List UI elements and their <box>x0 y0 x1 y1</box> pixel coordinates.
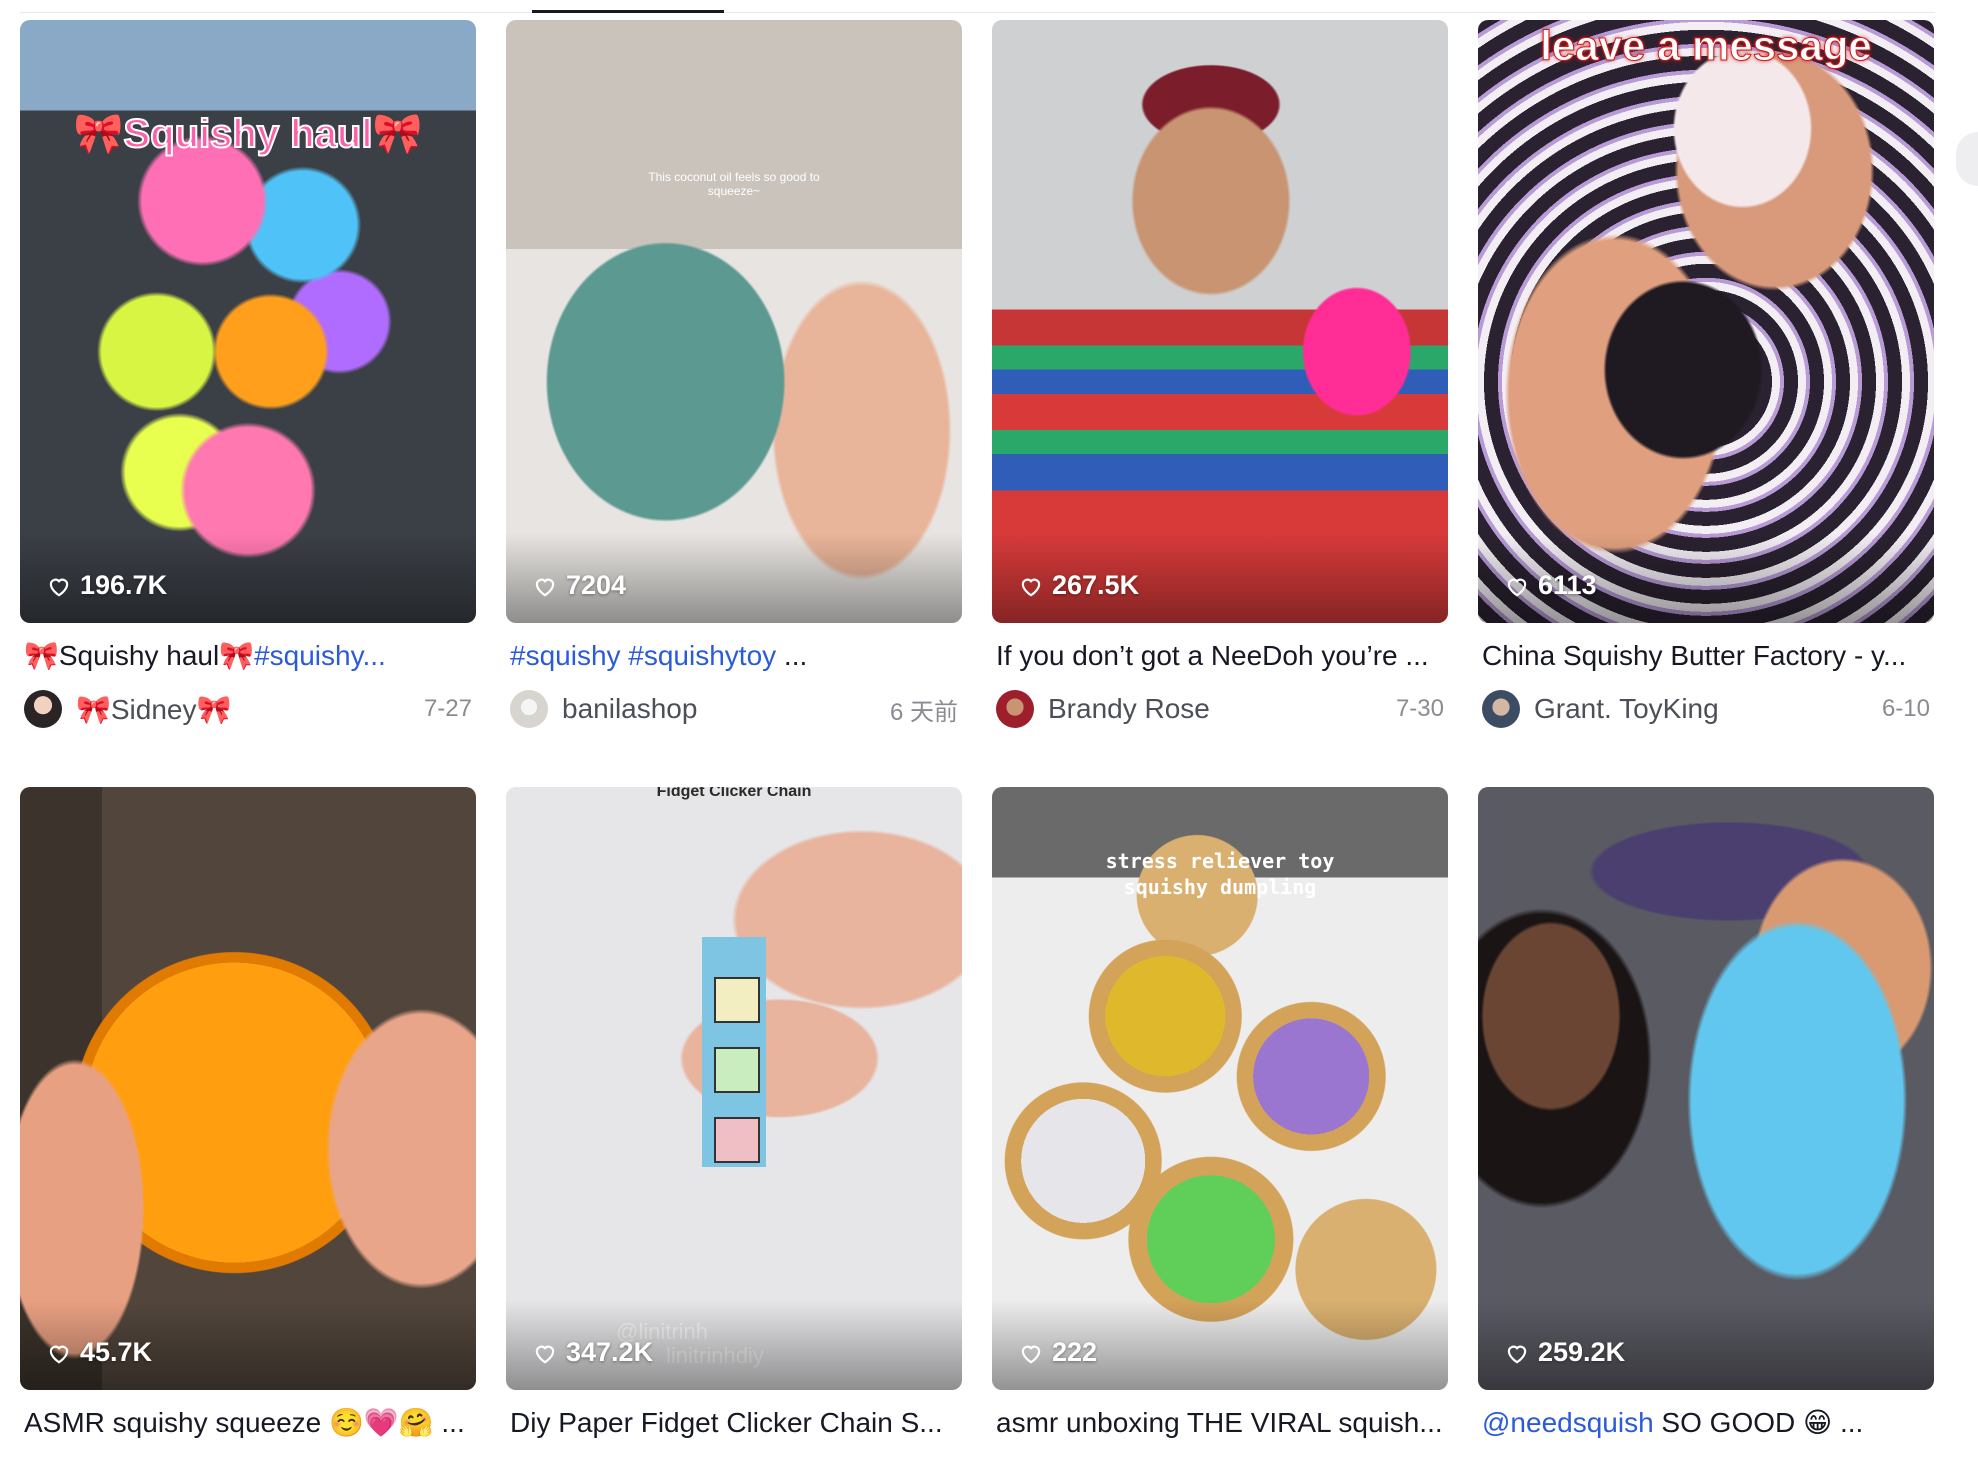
heart-outline-icon <box>535 578 555 596</box>
caption-text: asmr unboxing THE VIRAL squish... <box>996 1407 1443 1438</box>
like-count: 7204 <box>532 570 626 601</box>
post-date: 7-27 <box>423 695 472 722</box>
video-overlay-subtitle: squishy dumpling <box>1123 875 1317 899</box>
like-count-value: 347.2K <box>566 1337 654 1367</box>
video-caption[interactable]: asmr unboxing THE VIRAL squish... <box>992 1406 1448 1440</box>
video-caption[interactable]: China Squishy Butter Factory - y... <box>1478 639 1934 673</box>
caption-text: Diy Paper Fidget Clicker Chain S... <box>510 1407 943 1438</box>
clicker-square <box>714 1047 760 1093</box>
video-thumbnail[interactable]: 🎀Squishy haul🎀 196.7K <box>20 20 476 623</box>
video-caption[interactable]: If you don’t got a NeeDoh you’re ... <box>992 639 1448 673</box>
like-count: 6113 <box>1504 570 1597 601</box>
author-name[interactable]: banilashop <box>562 693 697 725</box>
video-thumbnail[interactable]: This coconut oil feels so good to squeez… <box>506 20 962 623</box>
post-date: 7-30 <box>1395 695 1444 722</box>
video-card[interactable]: 🎀Squishy haul🎀 196.7K 🎀Squishy haul🎀#squ… <box>20 20 476 729</box>
caption-text: If you don’t got a NeeDoh you’re ... <box>996 640 1429 671</box>
active-tab-indicator <box>532 10 724 13</box>
caption-mention[interactable]: @needsquish <box>1482 1407 1654 1438</box>
caption-rest: SO GOOD 😁 ... <box>1653 1407 1864 1438</box>
post-date: 6 天前 <box>889 698 958 726</box>
post-date: 6-10 <box>1881 695 1930 722</box>
video-caption[interactable]: 🎀Squishy haul🎀#squishy... <box>20 639 476 673</box>
video-thumbnail[interactable]: leave a message 6113 <box>1478 20 1934 623</box>
video-thumbnail[interactable]: 45.7K <box>20 787 476 1390</box>
like-count: 45.7K <box>46 1337 152 1368</box>
video-thumbnail[interactable]: 259.2K <box>1478 787 1934 1390</box>
like-count-value: 222 <box>1052 1337 1098 1367</box>
video-thumbnail[interactable]: stress reliever toy squishy dumpling 222 <box>992 787 1448 1390</box>
video-caption[interactable]: ASMR squishy squeeze ☺️💗🤗 ... <box>20 1406 476 1440</box>
author-name[interactable]: 🎀Sidney🎀 <box>76 693 231 726</box>
video-card[interactable]: This coconut oil feels so good to squeez… <box>506 20 962 729</box>
video-meta: Grant. ToyKing 6-10 <box>1478 689 1934 729</box>
video-card[interactable]: 267.5K If you don’t got a NeeDoh you’re … <box>992 20 1448 729</box>
video-card[interactable]: 259.2K @needsquish SO GOOD 😁 ... <box>1478 787 1934 1440</box>
like-count-value: 267.5K <box>1052 570 1140 600</box>
video-thumbnail[interactable]: Fidget Clicker Chain @linitrinh linitrin… <box>506 787 962 1390</box>
top-divider <box>20 12 1935 13</box>
video-meta: 🎀Sidney🎀 7-27 <box>20 689 476 729</box>
heart-outline-icon <box>49 578 69 596</box>
avatar[interactable] <box>24 690 62 728</box>
like-count-value: 6113 <box>1538 570 1597 600</box>
video-overlay-title: This coconut oil feels so good to squeez… <box>648 170 820 198</box>
video-card[interactable]: leave a message 6113 China Squishy Butte… <box>1478 20 1934 729</box>
author-name[interactable]: Grant. ToyKing <box>1534 693 1719 725</box>
like-count-value: 45.7K <box>80 1337 153 1367</box>
video-overlay-title: 🎀Squishy haul🎀 <box>73 111 424 157</box>
video-card[interactable]: Fidget Clicker Chain @linitrinh linitrin… <box>506 787 962 1440</box>
like-count: 259.2K <box>1504 1337 1625 1368</box>
video-grid: 🎀Squishy haul🎀 196.7K 🎀Squishy haul🎀#squ… <box>20 20 1940 1460</box>
video-caption[interactable]: #squishy #squishytoy ... <box>506 639 962 673</box>
video-overlay-title: leave a message <box>1540 22 1873 70</box>
caption-hashtag[interactable]: #squishy #squishytoy <box>510 640 776 671</box>
heart-outline-icon <box>49 1345 69 1363</box>
caption-hashtag[interactable]: #squishy... <box>254 640 386 671</box>
like-count: 267.5K <box>1018 570 1139 601</box>
heart-outline-icon <box>1507 578 1527 596</box>
video-overlay-title: Fidget Clicker Chain <box>656 787 812 800</box>
like-count-value: 259.2K <box>1538 1337 1626 1367</box>
heart-outline-icon <box>1507 1345 1527 1363</box>
video-meta: Brandy Rose 7-30 <box>992 689 1448 729</box>
heart-outline-icon <box>1021 1345 1041 1363</box>
video-caption[interactable]: Diy Paper Fidget Clicker Chain S... <box>506 1406 962 1440</box>
avatar[interactable] <box>996 690 1034 728</box>
caption-text: ASMR squishy squeeze ☺️💗🤗 ... <box>24 1407 465 1438</box>
like-count: 196.7K <box>46 570 167 601</box>
author-name[interactable]: Brandy Rose <box>1048 693 1210 725</box>
clicker-square <box>714 1117 760 1163</box>
heart-outline-icon <box>535 1345 555 1363</box>
caption-rest: ... <box>776 640 808 671</box>
heart-outline-icon <box>1021 578 1041 596</box>
side-scroll-handle[interactable] <box>1956 132 1978 186</box>
video-card[interactable]: stress reliever toy squishy dumpling 222… <box>992 787 1448 1440</box>
caption-text: China Squishy Butter Factory - y... <box>1482 640 1907 671</box>
like-count-value: 196.7K <box>80 570 168 600</box>
video-meta: banilashop 6 天前 <box>506 689 962 729</box>
video-card[interactable]: 45.7K ASMR squishy squeeze ☺️💗🤗 ... <box>20 787 476 1440</box>
like-count: 347.2K <box>532 1337 653 1368</box>
like-count: 222 <box>1018 1337 1097 1368</box>
video-caption[interactable]: @needsquish SO GOOD 😁 ... <box>1478 1406 1934 1440</box>
caption-text: 🎀Squishy haul🎀 <box>24 640 255 671</box>
avatar[interactable] <box>510 690 548 728</box>
video-thumbnail[interactable]: 267.5K <box>992 20 1448 623</box>
clicker-square <box>714 977 760 1023</box>
like-count-value: 7204 <box>566 570 627 600</box>
avatar[interactable] <box>1482 690 1520 728</box>
video-overlay-title: stress reliever toy <box>1105 849 1335 873</box>
